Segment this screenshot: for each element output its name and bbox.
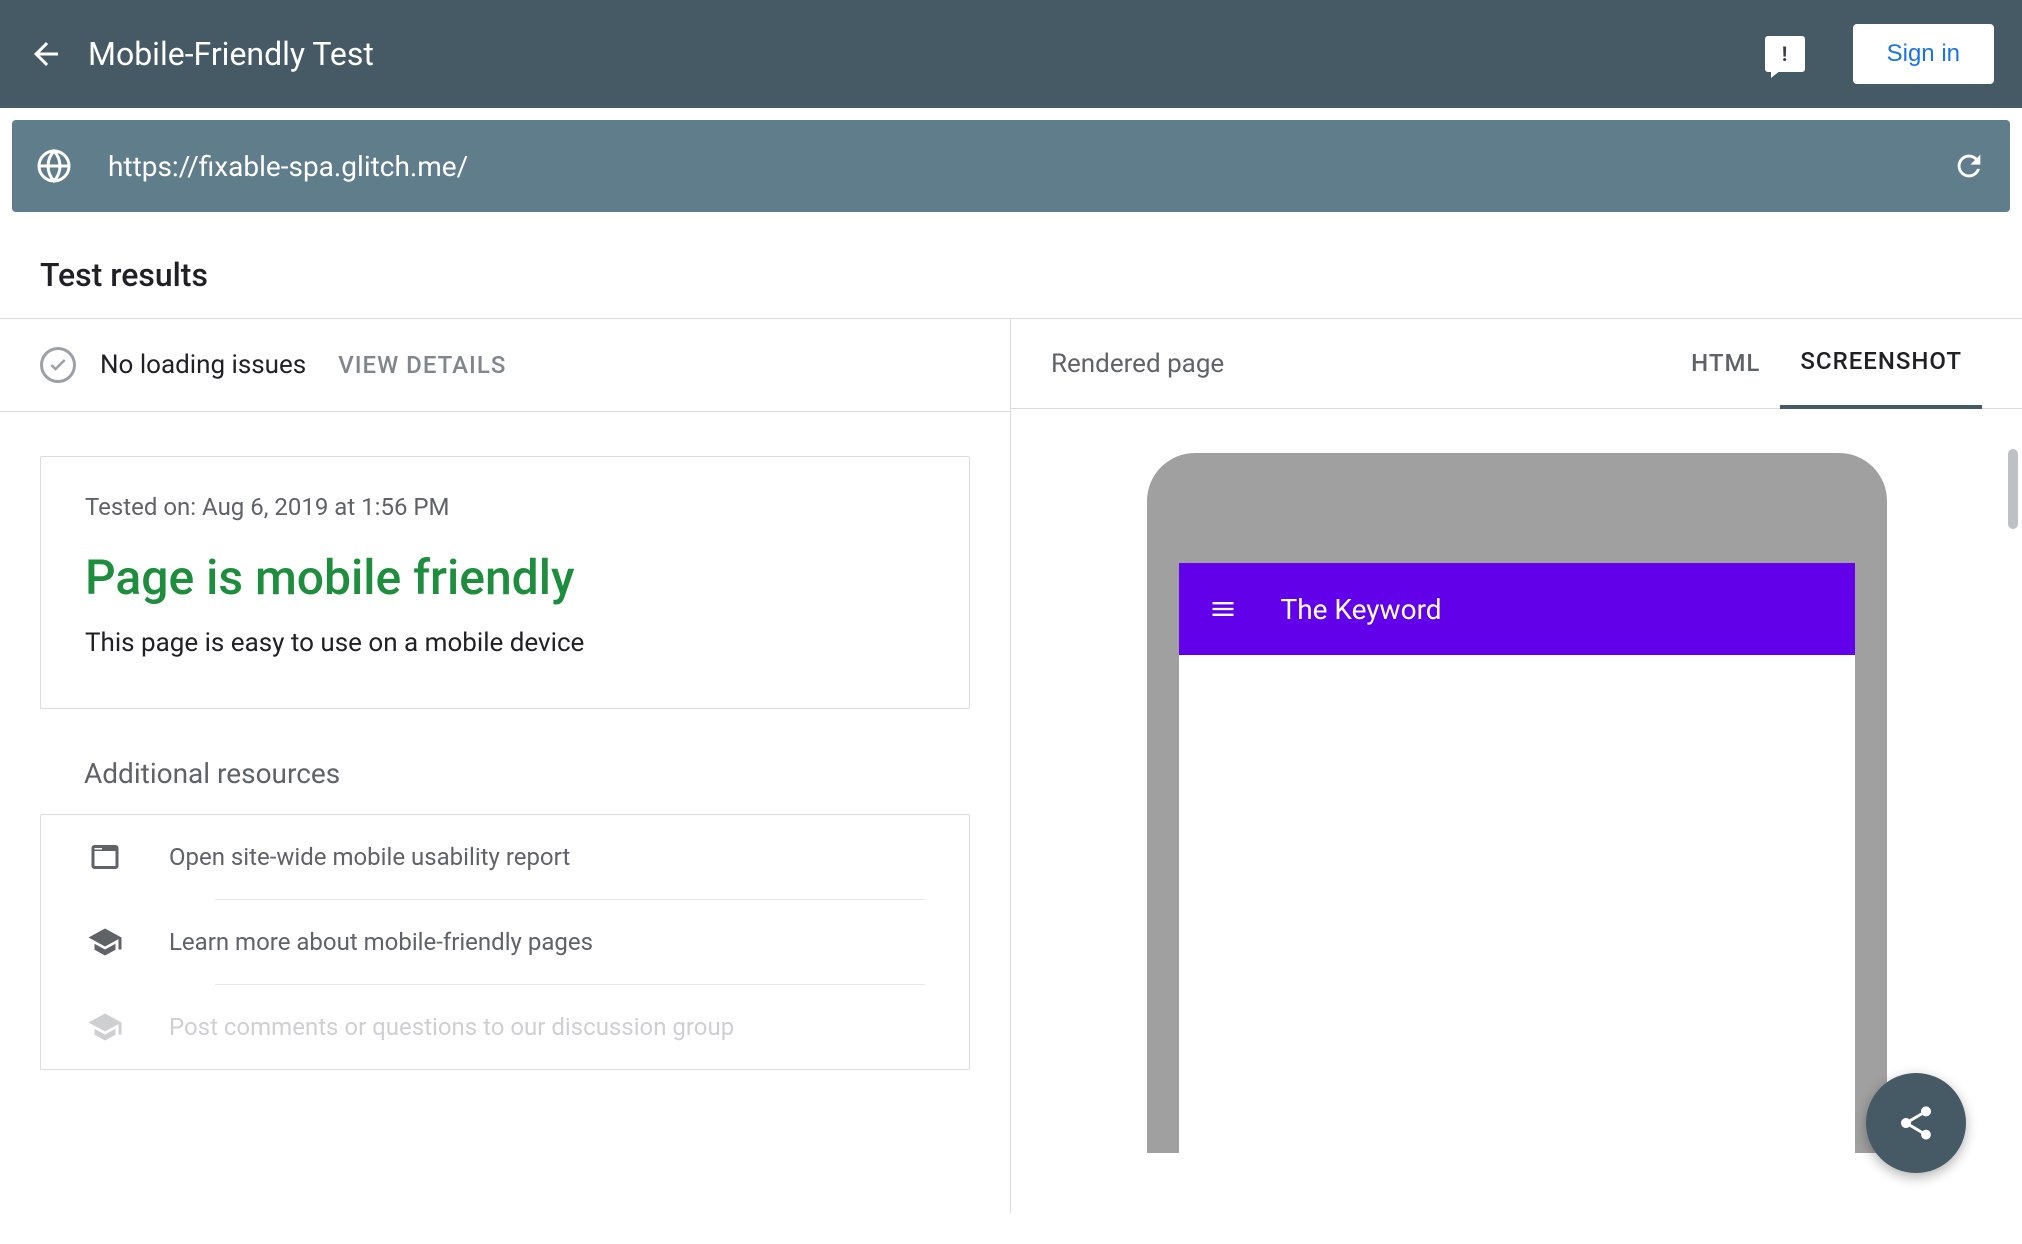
resource-label: Learn more about mobile-friendly pages	[169, 928, 593, 956]
resource-item-report[interactable]: Open site-wide mobile usability report	[41, 815, 969, 899]
view-details-button[interactable]: VIEW DETAILS	[338, 351, 506, 379]
announcement-icon: !	[1782, 42, 1787, 66]
loading-status-text: No loading issues	[100, 350, 306, 380]
tab-screenshot[interactable]: SCREENSHOT	[1780, 347, 1982, 409]
section-title: Test results	[40, 256, 1982, 294]
section-header: Test results	[0, 224, 2022, 319]
url-bar[interactable]: https://fixable-spa.glitch.me/	[12, 120, 2010, 212]
resources-heading: Additional resources	[84, 757, 970, 790]
check-circle-icon	[40, 347, 76, 383]
share-button[interactable]	[1866, 1073, 1966, 1173]
result-subtitle: This page is easy to use on a mobile dev…	[85, 628, 925, 658]
hamburger-icon	[1209, 595, 1237, 623]
app-header: Mobile-Friendly Test ! Sign in	[0, 0, 2022, 108]
resource-item-discuss[interactable]: Post comments or questions to our discus…	[41, 985, 969, 1069]
phone-screen: The Keyword	[1179, 563, 1855, 1153]
webpage-icon	[85, 839, 125, 875]
school-icon	[85, 924, 125, 960]
url-input[interactable]: https://fixable-spa.glitch.me/	[108, 150, 1916, 183]
resource-label: Post comments or questions to our discus…	[169, 1013, 734, 1041]
result-card: Tested on: Aug 6, 2019 at 1:56 PM Page i…	[40, 456, 970, 709]
resource-label: Open site-wide mobile usability report	[169, 843, 570, 871]
globe-icon	[36, 148, 72, 184]
phone-preview: The Keyword	[1147, 453, 1887, 1153]
right-panel: Rendered page HTML SCREENSHOT The Keywor…	[1011, 319, 2022, 1213]
tested-timestamp: Tested on: Aug 6, 2019 at 1:56 PM	[85, 493, 925, 521]
share-icon	[1896, 1103, 1936, 1143]
back-arrow-icon[interactable]	[28, 36, 64, 72]
page-title: Mobile-Friendly Test	[88, 35, 1741, 73]
signin-button[interactable]: Sign in	[1853, 24, 1994, 84]
result-heading: Page is mobile friendly	[85, 549, 925, 606]
resources-card: Open site-wide mobile usability report L…	[40, 814, 970, 1070]
school-icon	[85, 1009, 125, 1045]
content-area: No loading issues VIEW DETAILS Tested on…	[0, 319, 2022, 1213]
rendered-page-label: Rendered page	[1051, 349, 1671, 379]
tab-html[interactable]: HTML	[1671, 349, 1780, 407]
loading-status-row: No loading issues VIEW DETAILS	[0, 319, 1010, 412]
scrollbar-thumb[interactable]	[2008, 449, 2018, 529]
phone-appbar: The Keyword	[1179, 563, 1855, 655]
reload-icon[interactable]	[1952, 149, 1986, 183]
right-header: Rendered page HTML SCREENSHOT	[1011, 319, 2022, 409]
phone-app-title: The Keyword	[1281, 593, 1442, 626]
resource-item-learn[interactable]: Learn more about mobile-friendly pages	[41, 900, 969, 984]
left-panel: No loading issues VIEW DETAILS Tested on…	[0, 319, 1011, 1213]
feedback-icon[interactable]: !	[1765, 36, 1805, 72]
